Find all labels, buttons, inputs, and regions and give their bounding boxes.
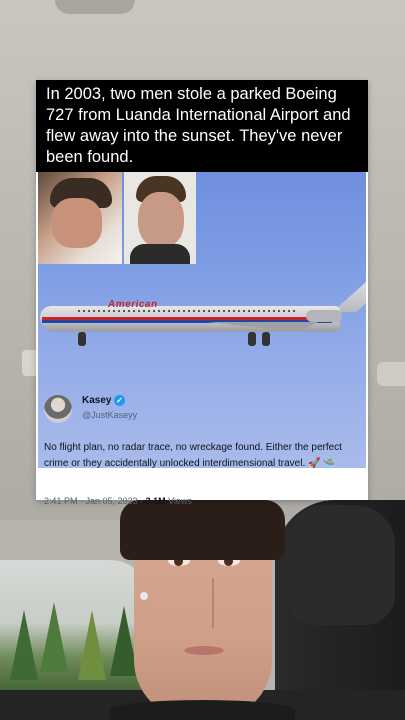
tweet-views-count: 3.1M bbox=[145, 496, 166, 506]
mouth bbox=[184, 646, 224, 655]
headline-caption: In 2003, two men stole a parked Boeing 7… bbox=[36, 80, 368, 172]
nose bbox=[194, 578, 214, 628]
tweet-text: No flight plan, no radar trace, no wreck… bbox=[44, 442, 342, 469]
tweet-meta: 2:41 PM · Jan 05, 2023 · 3.1M Views bbox=[44, 496, 192, 506]
mugshot-photo-1 bbox=[38, 172, 122, 264]
landing-gear bbox=[262, 332, 270, 346]
ear bbox=[138, 588, 150, 610]
ear-piercing bbox=[140, 592, 148, 600]
tweet-author-name[interactable]: Kasey bbox=[82, 395, 111, 406]
screenshot-card[interactable]: In 2003, two men stole a parked Boeing 7… bbox=[36, 80, 368, 506]
seat-headrest bbox=[285, 505, 395, 625]
tree bbox=[78, 610, 106, 680]
tweet-author-handle[interactable]: @JustKaseyy bbox=[82, 410, 137, 420]
plane-wing bbox=[208, 322, 318, 332]
coat-hook bbox=[377, 362, 405, 386]
creator-face bbox=[110, 500, 295, 720]
airline-logo: American bbox=[107, 299, 159, 310]
avatar[interactable] bbox=[44, 395, 72, 423]
hair bbox=[120, 500, 285, 560]
tree bbox=[10, 610, 38, 680]
landing-gear bbox=[248, 332, 256, 346]
tweet-timestamp[interactable]: 2:41 PM · Jan 05, 2023 · bbox=[44, 496, 146, 506]
news-photo: American bbox=[38, 172, 366, 468]
landing-gear bbox=[78, 332, 86, 346]
dome-lamp bbox=[55, 0, 135, 14]
plane-engine bbox=[306, 310, 342, 322]
boeing-727-airplane: American bbox=[38, 282, 366, 372]
mugshot-face bbox=[52, 198, 102, 248]
mugshot-photo-2 bbox=[124, 172, 196, 264]
mugshot-face bbox=[138, 192, 184, 248]
shirt bbox=[110, 700, 295, 720]
verified-badge-icon: ✓ bbox=[114, 395, 125, 406]
tweet-views-label: Views bbox=[165, 496, 192, 506]
plane-windows bbox=[78, 310, 298, 312]
tree bbox=[40, 602, 68, 672]
mugshot-collar bbox=[130, 244, 190, 264]
